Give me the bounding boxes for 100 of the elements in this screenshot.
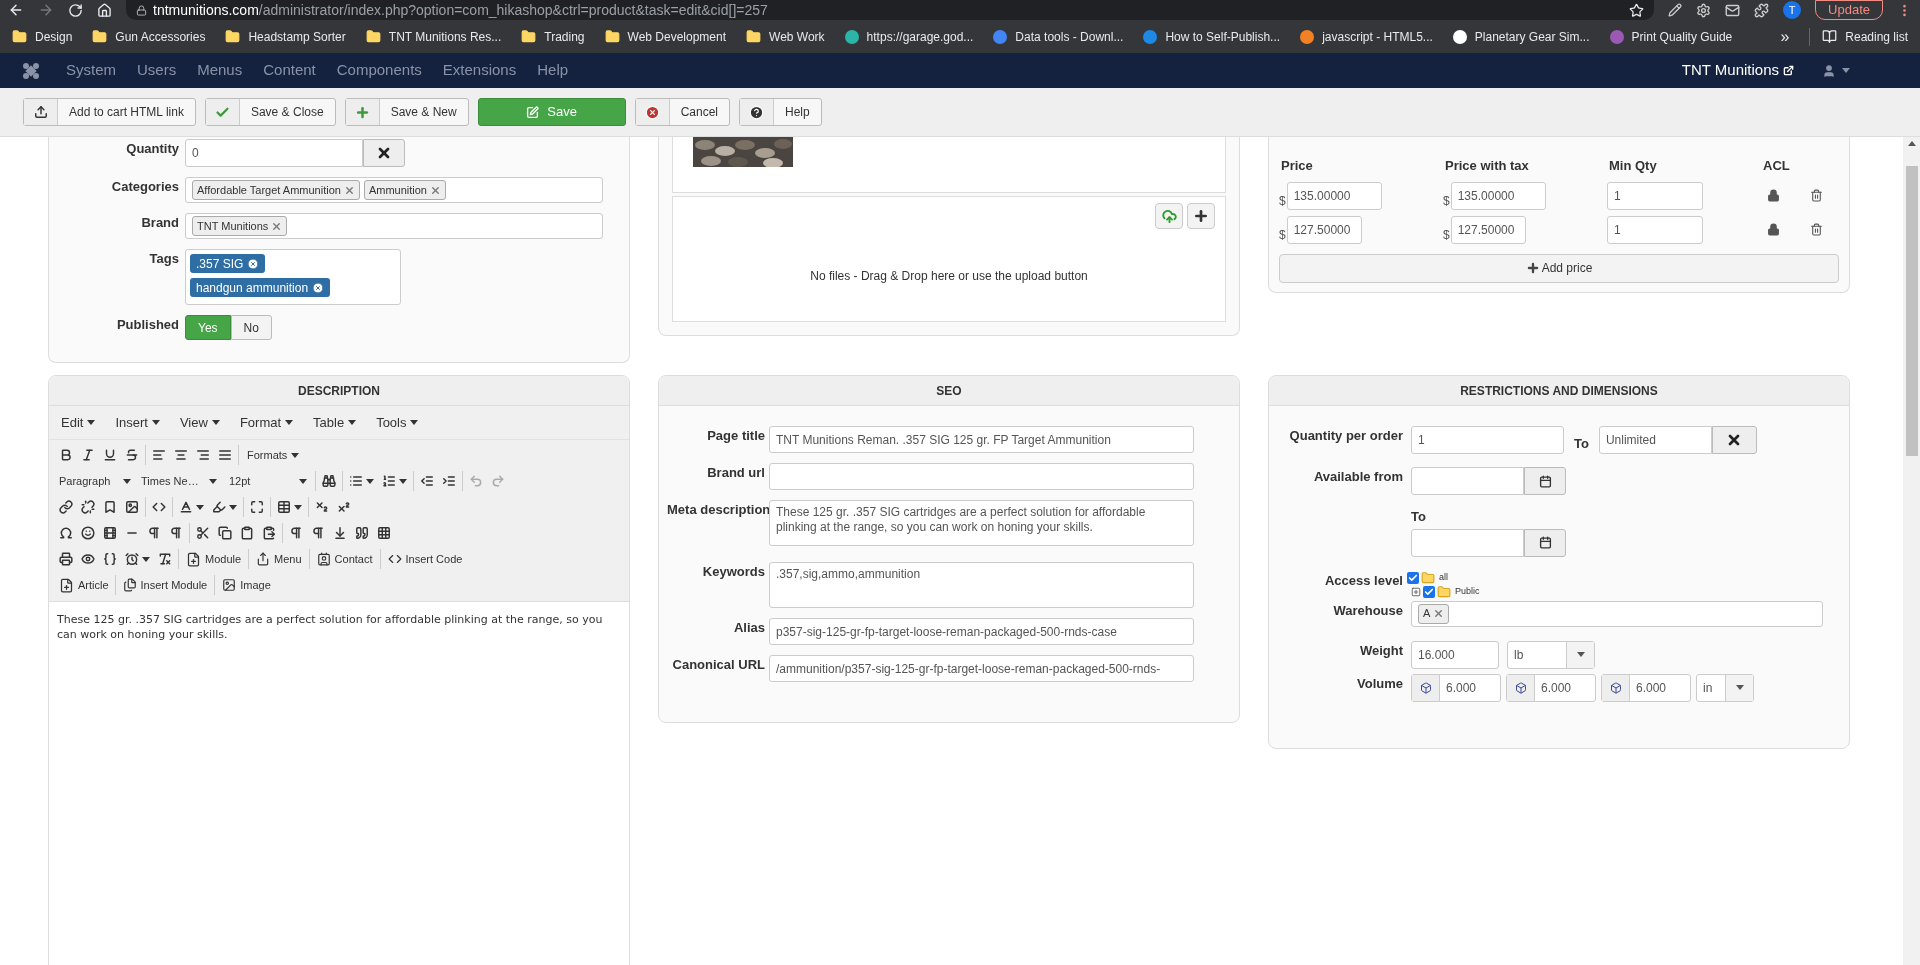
quantity-field[interactable]: 0: [185, 139, 363, 167]
calendar-button[interactable]: [1524, 467, 1566, 495]
home-icon[interactable]: [97, 2, 112, 18]
remove-icon[interactable]: [271, 220, 283, 232]
profile-avatar[interactable]: T: [1783, 1, 1802, 19]
reload-icon[interactable]: [68, 2, 83, 18]
bookmark-link[interactable]: How to Self-Publish...: [1143, 27, 1281, 46]
price-field[interactable]: 127.50000: [1286, 215, 1362, 244]
admin-menu-item[interactable]: System: [66, 59, 116, 82]
pencil-icon[interactable]: [1668, 3, 1683, 17]
tree-label[interactable]: all: [1439, 570, 1448, 585]
toolbar-button[interactable]: Cancel: [634, 98, 731, 126]
text-field[interactable]: TNT Munitions Reman. .357 SIG 125 gr. FP Target Ammunition: [769, 426, 1194, 453]
editor-plugin-button[interactable]: Insert Module: [117, 573, 213, 597]
site-link[interactable]: TNT Munitions: [1681, 59, 1794, 82]
bookmark-link[interactable]: Planetary Gear Sim...: [1452, 27, 1590, 46]
brand-field[interactable]: TNT Munitions: [185, 213, 603, 239]
text-field[interactable]: [769, 463, 1194, 490]
warehouse-field[interactable]: A: [1411, 600, 1823, 627]
scroll-up-icon[interactable]: [1907, 141, 1916, 146]
settings-icon[interactable]: [1696, 2, 1712, 18]
forward-icon[interactable]: [38, 2, 54, 18]
bookmark-link[interactable]: Design: [12, 27, 73, 46]
lock-icon[interactable]: [1767, 223, 1780, 236]
joomla-logo-icon[interactable]: [22, 61, 40, 80]
clear-button[interactable]: [363, 139, 405, 167]
font-family-dropdown[interactable]: Times Ne…: [135, 472, 223, 490]
expand-icon[interactable]: [1411, 586, 1421, 597]
star-icon[interactable]: [1629, 2, 1645, 18]
bookmark-link[interactable]: Web Work: [746, 27, 825, 46]
block-format-dropdown[interactable]: Paragraph: [55, 472, 135, 490]
access-checkbox[interactable]: [1407, 571, 1419, 584]
text-field[interactable]: /ammunition/p357-sig-125-gr-fp-target-loose-reman-packaged-500-rnds-: [769, 655, 1194, 682]
admin-menu-item[interactable]: Extensions: [442, 59, 517, 82]
price-field[interactable]: 135.00000: [1286, 181, 1382, 210]
editor-plugin-button[interactable]: Image: [217, 573, 276, 597]
text-area[interactable]: These 125 gr. .357 SIG cartridges are a perfect solution for affordable plinking at the range, so you can work on honing your skills.: [769, 500, 1194, 546]
admin-menu-item[interactable]: Menus: [197, 59, 243, 82]
bookmark-link[interactable]: Gun Accessories: [92, 27, 206, 46]
extensions-icon[interactable]: [1754, 2, 1770, 18]
bookmark-link[interactable]: https://garage.god...: [844, 27, 974, 46]
date-field[interactable]: [1411, 528, 1524, 557]
toolbar-button[interactable]: Help: [739, 98, 822, 126]
bookmark-link[interactable]: Headstamp Sorter: [225, 27, 346, 46]
dimension-field[interactable]: 6.000: [1601, 673, 1691, 702]
clear-button[interactable]: [1711, 426, 1757, 454]
min-quantity-field[interactable]: 1: [1607, 181, 1703, 210]
text-area[interactable]: .357,sig,ammo,ammunition: [769, 562, 1194, 608]
max-quantity-field[interactable]: Unlimited: [1598, 426, 1712, 454]
text-field[interactable]: p357-sig-125-gr-fp-target-loose-reman-packaged-500-rnds-case: [769, 618, 1194, 645]
font-size-dropdown[interactable]: 12pt: [223, 472, 313, 490]
bookmark-link[interactable]: TNT Munitions Res...: [365, 27, 502, 46]
user-menu-button[interactable]: [1822, 63, 1850, 78]
access-checkbox[interactable]: [1423, 585, 1435, 598]
categories-field[interactable]: Affordable Target Ammunition Ammunition: [185, 177, 603, 203]
update-button[interactable]: Update: [1815, 0, 1883, 20]
add-button[interactable]: [1187, 203, 1215, 229]
date-field[interactable]: [1411, 467, 1524, 495]
editor-plugin-button[interactable]: Contact: [311, 547, 378, 571]
back-icon[interactable]: [8, 2, 24, 18]
min-quantity-field[interactable]: 1: [1607, 215, 1703, 244]
admin-menu-item[interactable]: Components: [336, 59, 422, 82]
lock-icon[interactable]: [1767, 189, 1780, 202]
editor-menu[interactable]: Table: [313, 412, 357, 433]
price-with-tax-field[interactable]: 135.00000: [1450, 181, 1546, 210]
remove-icon[interactable]: [430, 184, 441, 196]
editor-plugin-button[interactable]: Menu: [251, 547, 307, 571]
tree-label[interactable]: Public: [1455, 584, 1480, 599]
editor-menu[interactable]: Format: [239, 412, 294, 433]
dimension-field[interactable]: 6.000: [1411, 673, 1501, 702]
delete-icon[interactable]: [1810, 223, 1823, 236]
more-bookmarks-button[interactable]: »: [1780, 24, 1790, 49]
remove-icon[interactable]: [343, 184, 355, 196]
bookmark-link[interactable]: Data tools - Downl...: [993, 27, 1124, 46]
admin-menu-item[interactable]: Help: [537, 59, 569, 82]
editor-menu[interactable]: View: [179, 412, 220, 433]
unit-select[interactable]: in: [1696, 673, 1754, 702]
bookmark-link[interactable]: javascript - HTML5...: [1300, 27, 1433, 46]
editor-plugin-button[interactable]: Insert Code: [382, 547, 468, 571]
delete-icon[interactable]: [1810, 189, 1823, 202]
formats-dropdown[interactable]: Formats: [241, 446, 306, 464]
mail-icon[interactable]: [1725, 2, 1741, 18]
reading-list-link[interactable]: Reading list: [1809, 27, 1908, 46]
tags-field[interactable]: .357 SIG handgun ammunition: [185, 249, 401, 305]
remove-icon[interactable]: [1433, 608, 1445, 619]
calendar-button[interactable]: [1524, 528, 1566, 557]
editor-menu[interactable]: Tools: [376, 412, 419, 433]
bookmark-link[interactable]: Print Quality Guide: [1609, 27, 1733, 46]
remove-icon[interactable]: [247, 257, 260, 270]
address-bar[interactable]: tntmunitions.com/administrator/index.php?option=com_hikashop&ctrl=product&task=edit&cid[]=257: [126, 0, 1655, 20]
add-price-button[interactable]: Add price: [1279, 253, 1839, 283]
toolbar-button[interactable]: Save & New: [344, 98, 469, 126]
editor-menu[interactable]: Edit: [61, 412, 96, 433]
editor-plugin-button[interactable]: Module: [181, 547, 247, 571]
bookmark-link[interactable]: Web Development: [604, 27, 727, 46]
bookmark-link[interactable]: Trading: [521, 27, 585, 46]
toolbar-button[interactable]: Save & Close: [204, 98, 336, 126]
admin-menu-item[interactable]: Content: [263, 59, 316, 82]
scrollbar-thumb[interactable]: [1905, 166, 1918, 456]
unit-select[interactable]: lb: [1507, 640, 1595, 669]
